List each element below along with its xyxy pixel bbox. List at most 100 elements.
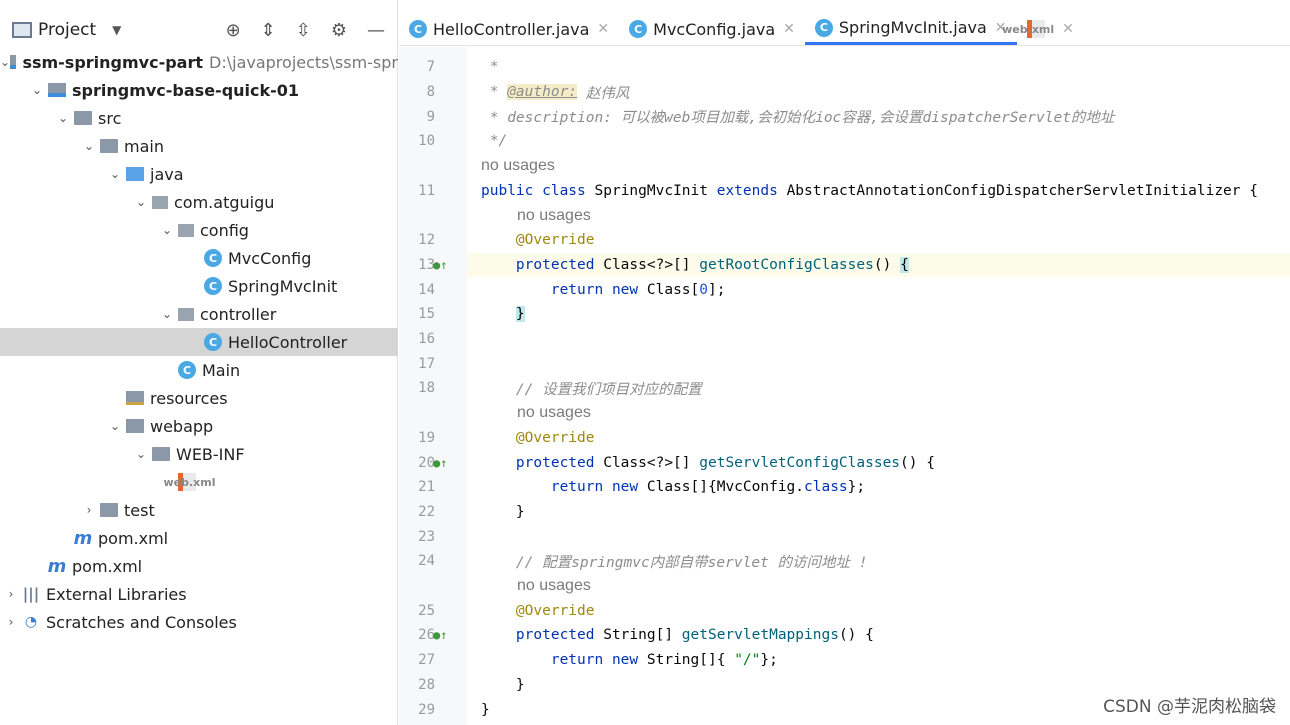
tree-item[interactable]: C SpringMvcInit: [0, 272, 398, 300]
tree-item[interactable]: web.xml: [0, 468, 398, 496]
cls-icon: C: [204, 277, 222, 295]
tab-web-xml[interactable]: web.xml ✕: [1002, 13, 1074, 45]
implements-method-icon[interactable]: ●↑: [433, 258, 447, 272]
code-line: 27 return new String[]{ "/"};: [418, 648, 1290, 673]
line-number: 28: [418, 676, 435, 693]
tree-item[interactable]: C MvcConfig: [0, 244, 398, 272]
java-class-icon: C: [629, 20, 648, 38]
tree-item-label: config: [200, 220, 249, 240]
project-view-selector[interactable]: Project: [38, 20, 96, 40]
tree-item[interactable]: ⌄ src: [0, 104, 398, 132]
usage-hint: no usages: [467, 203, 1290, 228]
module-icon: [10, 55, 17, 69]
code-line: 18 // 设置我们项目对应的配置: [418, 376, 1290, 401]
tree-item[interactable]: resources: [0, 384, 398, 412]
java-class-icon: C: [814, 18, 833, 37]
tab-hellocontroller-java[interactable]: C HelloController.java ✕: [399, 13, 619, 45]
tree-item[interactable]: C HelloController: [0, 328, 398, 356]
chevron-down-icon[interactable]: ⌄: [104, 419, 126, 433]
editor-tabs: C HelloController.java ✕ C MvcConfig.java ✕ C S…: [399, 0, 1290, 46]
expand-all-icon[interactable]: ⇕: [261, 20, 276, 41]
code-editor[interactable]: 7 * 8 * @author: 赵伟风 9 * description: 可以被w…: [418, 47, 1290, 725]
implements-method-icon[interactable]: ●↑: [433, 628, 447, 642]
code-token: () {: [838, 627, 874, 644]
tree-item[interactable]: ⌄ ssm-springmvc-part D:\javaprojects\ssm-s…: [0, 48, 398, 76]
code-token: getServletConfigClasses: [699, 454, 901, 471]
line-number: 12: [418, 232, 435, 249]
tab-springmvcinit-java[interactable]: C SpringMvcInit.java ✕: [804, 13, 1017, 45]
mvn-icon: m: [47, 555, 67, 577]
code-token: getRootConfigClasses: [699, 256, 874, 273]
code-token: */: [481, 133, 508, 150]
chevron-down-icon[interactable]: ⌄: [52, 111, 74, 125]
tree-item[interactable]: ⌄ config: [0, 216, 398, 244]
tree-item-label: java: [150, 164, 184, 184]
line-number: 14: [418, 281, 435, 298]
chevron-down-icon[interactable]: ⌄: [156, 223, 178, 237]
tree-item[interactable]: ⌄ controller: [0, 300, 398, 328]
tree-item[interactable]: ⌄ webapp: [0, 412, 398, 440]
tree-item[interactable]: ⌄ main: [0, 132, 398, 160]
tree-item[interactable]: ⌄ java: [0, 160, 398, 188]
implements-method-icon[interactable]: ●↑: [433, 456, 447, 470]
chevron-right-icon[interactable]: ›: [78, 503, 100, 517]
cls-icon: C: [204, 333, 222, 351]
tree-item[interactable]: › ||| External Libraries: [0, 580, 398, 608]
tree-item-label: External Libraries: [46, 584, 187, 604]
project-toolbar: Project ▼ ⊕ ⇕ ⇳ ⚙ —: [0, 0, 397, 46]
code-token: };: [847, 479, 866, 496]
tree-item-label: MvcConfig: [228, 248, 312, 268]
code-line: 17: [418, 351, 1290, 376]
chevron-right-icon[interactable]: ›: [0, 587, 22, 601]
close-icon[interactable]: ✕: [597, 21, 609, 37]
tree-item[interactable]: ⌄ com.atguigu: [0, 188, 398, 216]
tree-item[interactable]: ⌄ springmvc-base-quick-01: [0, 76, 398, 104]
line-number: 20: [418, 454, 435, 471]
tree-item-label: controller: [200, 304, 277, 324]
tree-item[interactable]: › test: [0, 496, 398, 524]
close-icon[interactable]: ✕: [1062, 21, 1074, 37]
tree-item[interactable]: ⌄ WEB-INF: [0, 440, 398, 468]
code-line: 25 @Override: [418, 598, 1290, 623]
usage-hint-text: no usages: [517, 404, 591, 422]
code-token: Class[]{MvcConfig.: [646, 479, 805, 496]
chevron-down-icon[interactable]: ▼: [112, 23, 121, 37]
chevron-down-icon[interactable]: ⌄: [130, 447, 152, 461]
code-token: return new: [481, 281, 647, 298]
tab-mvcconfig-java[interactable]: C MvcConfig.java ✕: [619, 13, 805, 45]
chevron-down-icon[interactable]: ⌄: [0, 55, 10, 69]
chevron-down-icon[interactable]: ⌄: [156, 307, 178, 321]
code-line: 12 @Override: [418, 228, 1290, 253]
tree-item[interactable]: m pom.xml: [0, 552, 398, 580]
line-number: 11: [418, 182, 435, 199]
tree-item-label: ssm-springmvc-part: [22, 52, 204, 72]
code-token: ];: [708, 281, 726, 298]
tree-item[interactable]: m pom.xml: [0, 524, 398, 552]
crosshair-icon[interactable]: ⊕: [226, 20, 241, 41]
tree-item-label: HelloController: [228, 332, 348, 352]
tree-item-label: src: [98, 108, 122, 128]
line-number: 23: [418, 528, 435, 545]
code-line: 7 *: [427, 55, 1290, 80]
chevron-right-icon[interactable]: ›: [0, 615, 22, 629]
close-icon[interactable]: ✕: [783, 21, 795, 37]
code-token: AbstractAnnotationConfigDispatcherServle…: [786, 182, 1258, 199]
module-icon: [48, 83, 66, 97]
xml-icon: web.xml: [164, 473, 216, 491]
line-number: 25: [418, 602, 435, 619]
chevron-down-icon[interactable]: ⌄: [26, 83, 48, 97]
chevron-down-icon[interactable]: ⌄: [130, 195, 152, 209]
code-token: }: [481, 503, 525, 520]
tree-item[interactable]: C Main: [0, 356, 398, 384]
code-token: getServletMappings: [681, 627, 839, 644]
chevron-down-icon[interactable]: ⌄: [104, 167, 126, 181]
minimize-icon[interactable]: —: [367, 20, 385, 41]
chevron-down-icon[interactable]: ⌄: [78, 139, 100, 153]
code-token: protected: [481, 627, 604, 644]
line-number: 26: [418, 627, 435, 644]
collapse-all-icon[interactable]: ⇳: [296, 20, 311, 41]
java-icon: [126, 167, 144, 181]
tree-item[interactable]: › ◔ Scratches and Consoles: [0, 608, 398, 636]
gear-icon[interactable]: ⚙: [331, 20, 347, 41]
res-icon: [126, 391, 144, 405]
